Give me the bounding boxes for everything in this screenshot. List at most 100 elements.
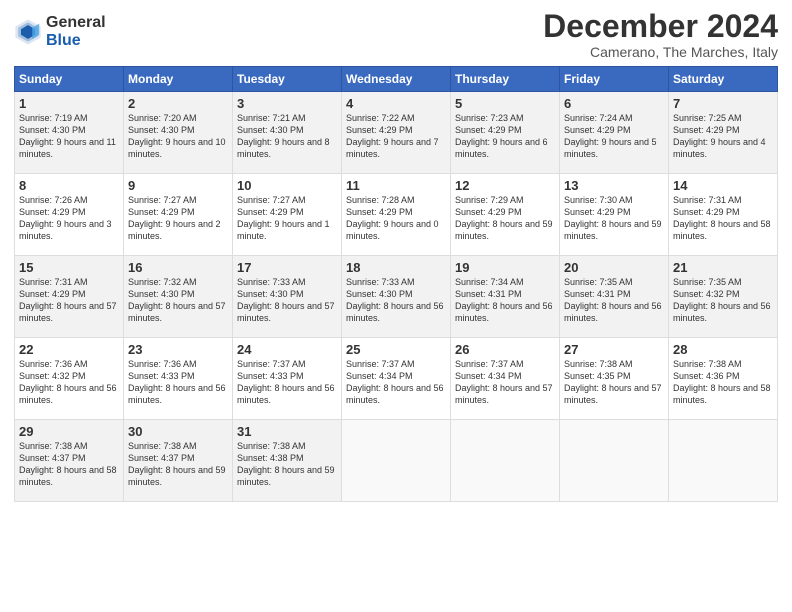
weekday-header-thursday: Thursday	[451, 67, 560, 92]
cell-info: Sunrise: 7:29 AMSunset: 4:29 PMDaylight:…	[455, 194, 555, 243]
cell-info: Sunrise: 7:28 AMSunset: 4:29 PMDaylight:…	[346, 194, 446, 243]
calendar-cell: 23Sunrise: 7:36 AMSunset: 4:33 PMDayligh…	[124, 338, 233, 420]
cell-info: Sunrise: 7:21 AMSunset: 4:30 PMDaylight:…	[237, 112, 337, 161]
day-number: 28	[673, 342, 773, 357]
calendar-cell	[669, 420, 778, 502]
calendar-cell: 3Sunrise: 7:21 AMSunset: 4:30 PMDaylight…	[233, 92, 342, 174]
day-number: 9	[128, 178, 228, 193]
cell-info: Sunrise: 7:30 AMSunset: 4:29 PMDaylight:…	[564, 194, 664, 243]
cell-info: Sunrise: 7:33 AMSunset: 4:30 PMDaylight:…	[237, 276, 337, 325]
day-number: 12	[455, 178, 555, 193]
day-number: 2	[128, 96, 228, 111]
calendar-cell: 12Sunrise: 7:29 AMSunset: 4:29 PMDayligh…	[451, 174, 560, 256]
month-title: December 2024	[543, 10, 778, 42]
calendar-cell: 30Sunrise: 7:38 AMSunset: 4:37 PMDayligh…	[124, 420, 233, 502]
logo-icon	[14, 18, 42, 46]
day-number: 17	[237, 260, 337, 275]
cell-info: Sunrise: 7:34 AMSunset: 4:31 PMDaylight:…	[455, 276, 555, 325]
day-number: 1	[19, 96, 119, 111]
cell-info: Sunrise: 7:38 AMSunset: 4:37 PMDaylight:…	[19, 440, 119, 489]
cell-info: Sunrise: 7:38 AMSunset: 4:38 PMDaylight:…	[237, 440, 337, 489]
calendar-cell: 5Sunrise: 7:23 AMSunset: 4:29 PMDaylight…	[451, 92, 560, 174]
day-number: 18	[346, 260, 446, 275]
day-number: 13	[564, 178, 664, 193]
cell-info: Sunrise: 7:23 AMSunset: 4:29 PMDaylight:…	[455, 112, 555, 161]
calendar-cell: 1Sunrise: 7:19 AMSunset: 4:30 PMDaylight…	[15, 92, 124, 174]
day-number: 20	[564, 260, 664, 275]
calendar-cell: 4Sunrise: 7:22 AMSunset: 4:29 PMDaylight…	[342, 92, 451, 174]
weekday-header-row: SundayMondayTuesdayWednesdayThursdayFrid…	[15, 67, 778, 92]
calendar-cell: 2Sunrise: 7:20 AMSunset: 4:30 PMDaylight…	[124, 92, 233, 174]
cell-info: Sunrise: 7:38 AMSunset: 4:35 PMDaylight:…	[564, 358, 664, 407]
calendar-cell: 18Sunrise: 7:33 AMSunset: 4:30 PMDayligh…	[342, 256, 451, 338]
calendar-cell: 29Sunrise: 7:38 AMSunset: 4:37 PMDayligh…	[15, 420, 124, 502]
day-number: 26	[455, 342, 555, 357]
cell-info: Sunrise: 7:24 AMSunset: 4:29 PMDaylight:…	[564, 112, 664, 161]
cell-info: Sunrise: 7:38 AMSunset: 4:37 PMDaylight:…	[128, 440, 228, 489]
cell-info: Sunrise: 7:37 AMSunset: 4:34 PMDaylight:…	[346, 358, 446, 407]
day-number: 30	[128, 424, 228, 439]
weekday-header-sunday: Sunday	[15, 67, 124, 92]
weekday-header-saturday: Saturday	[669, 67, 778, 92]
day-number: 6	[564, 96, 664, 111]
calendar-cell: 31Sunrise: 7:38 AMSunset: 4:38 PMDayligh…	[233, 420, 342, 502]
title-block: December 2024 Camerano, The Marches, Ita…	[543, 10, 778, 60]
cell-info: Sunrise: 7:25 AMSunset: 4:29 PMDaylight:…	[673, 112, 773, 161]
day-number: 24	[237, 342, 337, 357]
cell-info: Sunrise: 7:36 AMSunset: 4:33 PMDaylight:…	[128, 358, 228, 407]
cell-info: Sunrise: 7:35 AMSunset: 4:32 PMDaylight:…	[673, 276, 773, 325]
calendar-cell: 10Sunrise: 7:27 AMSunset: 4:29 PMDayligh…	[233, 174, 342, 256]
calendar-cell: 15Sunrise: 7:31 AMSunset: 4:29 PMDayligh…	[15, 256, 124, 338]
day-number: 19	[455, 260, 555, 275]
cell-info: Sunrise: 7:31 AMSunset: 4:29 PMDaylight:…	[19, 276, 119, 325]
cell-info: Sunrise: 7:35 AMSunset: 4:31 PMDaylight:…	[564, 276, 664, 325]
cell-info: Sunrise: 7:20 AMSunset: 4:30 PMDaylight:…	[128, 112, 228, 161]
calendar-cell: 21Sunrise: 7:35 AMSunset: 4:32 PMDayligh…	[669, 256, 778, 338]
day-number: 15	[19, 260, 119, 275]
cell-info: Sunrise: 7:19 AMSunset: 4:30 PMDaylight:…	[19, 112, 119, 161]
calendar-cell: 16Sunrise: 7:32 AMSunset: 4:30 PMDayligh…	[124, 256, 233, 338]
cell-info: Sunrise: 7:36 AMSunset: 4:32 PMDaylight:…	[19, 358, 119, 407]
calendar-week-4: 22Sunrise: 7:36 AMSunset: 4:32 PMDayligh…	[15, 338, 778, 420]
calendar-week-1: 1Sunrise: 7:19 AMSunset: 4:30 PMDaylight…	[15, 92, 778, 174]
day-number: 31	[237, 424, 337, 439]
cell-info: Sunrise: 7:26 AMSunset: 4:29 PMDaylight:…	[19, 194, 119, 243]
calendar-cell: 24Sunrise: 7:37 AMSunset: 4:33 PMDayligh…	[233, 338, 342, 420]
cell-info: Sunrise: 7:31 AMSunset: 4:29 PMDaylight:…	[673, 194, 773, 243]
calendar-cell: 17Sunrise: 7:33 AMSunset: 4:30 PMDayligh…	[233, 256, 342, 338]
day-number: 29	[19, 424, 119, 439]
calendar-cell: 8Sunrise: 7:26 AMSunset: 4:29 PMDaylight…	[15, 174, 124, 256]
day-number: 27	[564, 342, 664, 357]
calendar-cell: 20Sunrise: 7:35 AMSunset: 4:31 PMDayligh…	[560, 256, 669, 338]
cell-info: Sunrise: 7:32 AMSunset: 4:30 PMDaylight:…	[128, 276, 228, 325]
calendar-week-5: 29Sunrise: 7:38 AMSunset: 4:37 PMDayligh…	[15, 420, 778, 502]
day-number: 3	[237, 96, 337, 111]
calendar-cell: 25Sunrise: 7:37 AMSunset: 4:34 PMDayligh…	[342, 338, 451, 420]
calendar-cell: 11Sunrise: 7:28 AMSunset: 4:29 PMDayligh…	[342, 174, 451, 256]
weekday-header-wednesday: Wednesday	[342, 67, 451, 92]
calendar-cell: 22Sunrise: 7:36 AMSunset: 4:32 PMDayligh…	[15, 338, 124, 420]
day-number: 14	[673, 178, 773, 193]
cell-info: Sunrise: 7:22 AMSunset: 4:29 PMDaylight:…	[346, 112, 446, 161]
header: General Blue December 2024 Camerano, The…	[14, 10, 778, 60]
day-number: 25	[346, 342, 446, 357]
weekday-header-friday: Friday	[560, 67, 669, 92]
day-number: 10	[237, 178, 337, 193]
calendar-cell: 19Sunrise: 7:34 AMSunset: 4:31 PMDayligh…	[451, 256, 560, 338]
calendar-table: SundayMondayTuesdayWednesdayThursdayFrid…	[14, 66, 778, 502]
calendar-cell	[342, 420, 451, 502]
cell-info: Sunrise: 7:38 AMSunset: 4:36 PMDaylight:…	[673, 358, 773, 407]
day-number: 5	[455, 96, 555, 111]
calendar-cell	[560, 420, 669, 502]
calendar-cell: 27Sunrise: 7:38 AMSunset: 4:35 PMDayligh…	[560, 338, 669, 420]
day-number: 7	[673, 96, 773, 111]
day-number: 4	[346, 96, 446, 111]
day-number: 21	[673, 260, 773, 275]
logo: General Blue	[14, 14, 106, 49]
day-number: 23	[128, 342, 228, 357]
weekday-header-monday: Monday	[124, 67, 233, 92]
calendar-cell: 28Sunrise: 7:38 AMSunset: 4:36 PMDayligh…	[669, 338, 778, 420]
cell-info: Sunrise: 7:37 AMSunset: 4:33 PMDaylight:…	[237, 358, 337, 407]
calendar-cell: 6Sunrise: 7:24 AMSunset: 4:29 PMDaylight…	[560, 92, 669, 174]
day-number: 11	[346, 178, 446, 193]
